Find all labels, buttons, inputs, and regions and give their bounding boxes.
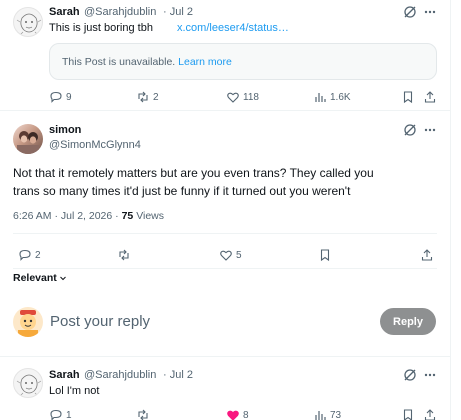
quote-unavailable-text: This Post is unavailable.	[62, 56, 176, 68]
reply-button[interactable]: 9	[49, 90, 72, 104]
reply-bubble-icon	[50, 409, 62, 420]
views-count: 73	[330, 409, 342, 420]
reply-button[interactable]: 2	[18, 248, 41, 262]
post-text-line: Not that it remotely matters but are you…	[13, 166, 374, 180]
repost-arrows-icon	[138, 409, 148, 420]
bookmark-icon	[403, 91, 413, 104]
share-upload-icon	[424, 91, 436, 103]
author-handle[interactable]: @SimonMcGlynn4	[49, 139, 141, 151]
views-button[interactable]: 1.6K	[313, 90, 351, 104]
action-bar: 2 5	[0, 248, 450, 264]
post-text: This is just boring tbh	[49, 22, 153, 34]
post-text: Lol I'm not	[49, 385, 100, 397]
repost-button[interactable]	[136, 408, 150, 420]
chevron-down-icon	[59, 276, 66, 281]
sketch-avatar-icon	[16, 374, 42, 397]
reply-bubble-icon	[50, 91, 62, 103]
like-button[interactable]: 8	[226, 408, 249, 420]
author-handle[interactable]: @Sarahjdublin	[84, 369, 156, 381]
action-bar: 9 2 118 1.6K	[0, 90, 450, 106]
views-label: Views	[136, 210, 165, 222]
share-button[interactable]	[423, 408, 437, 420]
reply-count: 2	[35, 249, 41, 261]
avatar[interactable]	[13, 368, 43, 398]
post-date[interactable]: · Jul 2	[163, 6, 193, 18]
avatar[interactable]	[13, 124, 43, 154]
author-name[interactable]: Sarah	[49, 6, 80, 18]
bookmark-button[interactable]	[401, 408, 415, 420]
author-name[interactable]: Sarah	[49, 369, 80, 381]
author-handle[interactable]: @Sarahjdublin	[84, 6, 156, 18]
share-upload-icon	[421, 249, 433, 261]
share-button[interactable]	[420, 248, 434, 262]
column-border	[450, 0, 451, 420]
reply-count: 1	[66, 409, 72, 420]
bookmark-button[interactable]	[401, 90, 415, 104]
repost-arrows-icon	[119, 249, 129, 261]
action-bar: 1 8 73	[0, 408, 450, 420]
post-meta: 6:26 AM · Jul 2, 2026 · 75 Views	[13, 210, 164, 222]
more-dots-icon[interactable]	[423, 368, 437, 387]
post-link[interactable]: x.com/leeser4/status…	[177, 22, 289, 34]
post-date[interactable]: · Jul 2	[163, 369, 193, 381]
views-bars-icon	[315, 93, 326, 102]
reply-button[interactable]: 1	[49, 408, 72, 420]
sort-label: Relevant	[13, 272, 57, 284]
reply-button[interactable]: Reply	[380, 308, 436, 335]
views-count: 1.6K	[330, 91, 351, 103]
like-count: 118	[243, 91, 259, 103]
learn-more-link[interactable]: Learn more	[178, 56, 232, 68]
more-dots-icon[interactable]	[423, 5, 437, 24]
cartoon-avatar-icon	[18, 310, 38, 337]
grok-slash-icon[interactable]	[403, 368, 417, 387]
sort-dropdown[interactable]: Relevant	[13, 272, 67, 284]
repost-button[interactable]	[117, 248, 134, 262]
author-name[interactable]: simon	[49, 124, 81, 136]
grok-slash-icon[interactable]	[403, 123, 417, 142]
avatar[interactable]	[13, 307, 43, 337]
divider	[0, 356, 450, 357]
share-button[interactable]	[423, 90, 437, 104]
post-text: Not that it remotely matters but are you…	[13, 164, 443, 200]
reply-input[interactable]: Post your reply	[50, 313, 150, 330]
like-count: 8	[243, 409, 249, 420]
like-button[interactable]: 5	[219, 248, 242, 262]
quote-unavailable-box[interactable]: This Post is unavailable. Learn more	[49, 43, 437, 80]
grok-slash-icon[interactable]	[403, 5, 417, 24]
avatar[interactable]	[13, 7, 43, 37]
photo-avatar-icon	[17, 131, 39, 154]
post-text-line: trans so many times it'd just be funny i…	[13, 184, 351, 198]
reply-count: 9	[66, 91, 72, 103]
like-button[interactable]: 118	[226, 90, 259, 104]
views-bars-icon	[315, 411, 326, 420]
divider	[0, 110, 450, 111]
divider	[13, 233, 437, 234]
sketch-avatar-icon	[16, 13, 42, 36]
views-count: 75	[121, 210, 134, 222]
share-upload-icon	[424, 409, 436, 420]
bookmark-button[interactable]	[318, 248, 332, 262]
heart-icon	[220, 250, 232, 261]
views-button[interactable]: 73	[313, 408, 341, 420]
heart-icon	[227, 410, 239, 420]
divider	[13, 268, 437, 269]
repost-button[interactable]: 2	[136, 90, 159, 104]
more-dots-icon[interactable]	[423, 123, 437, 142]
post-timestamp[interactable]: 6:26 AM · Jul 2, 2026 ·	[13, 210, 119, 222]
repost-arrows-icon	[138, 91, 148, 103]
like-count: 5	[236, 249, 242, 261]
reply-bubble-icon	[19, 249, 31, 261]
bookmark-icon	[403, 409, 413, 420]
bookmark-icon	[320, 249, 330, 262]
repost-count: 2	[153, 91, 159, 103]
heart-icon	[227, 92, 239, 103]
